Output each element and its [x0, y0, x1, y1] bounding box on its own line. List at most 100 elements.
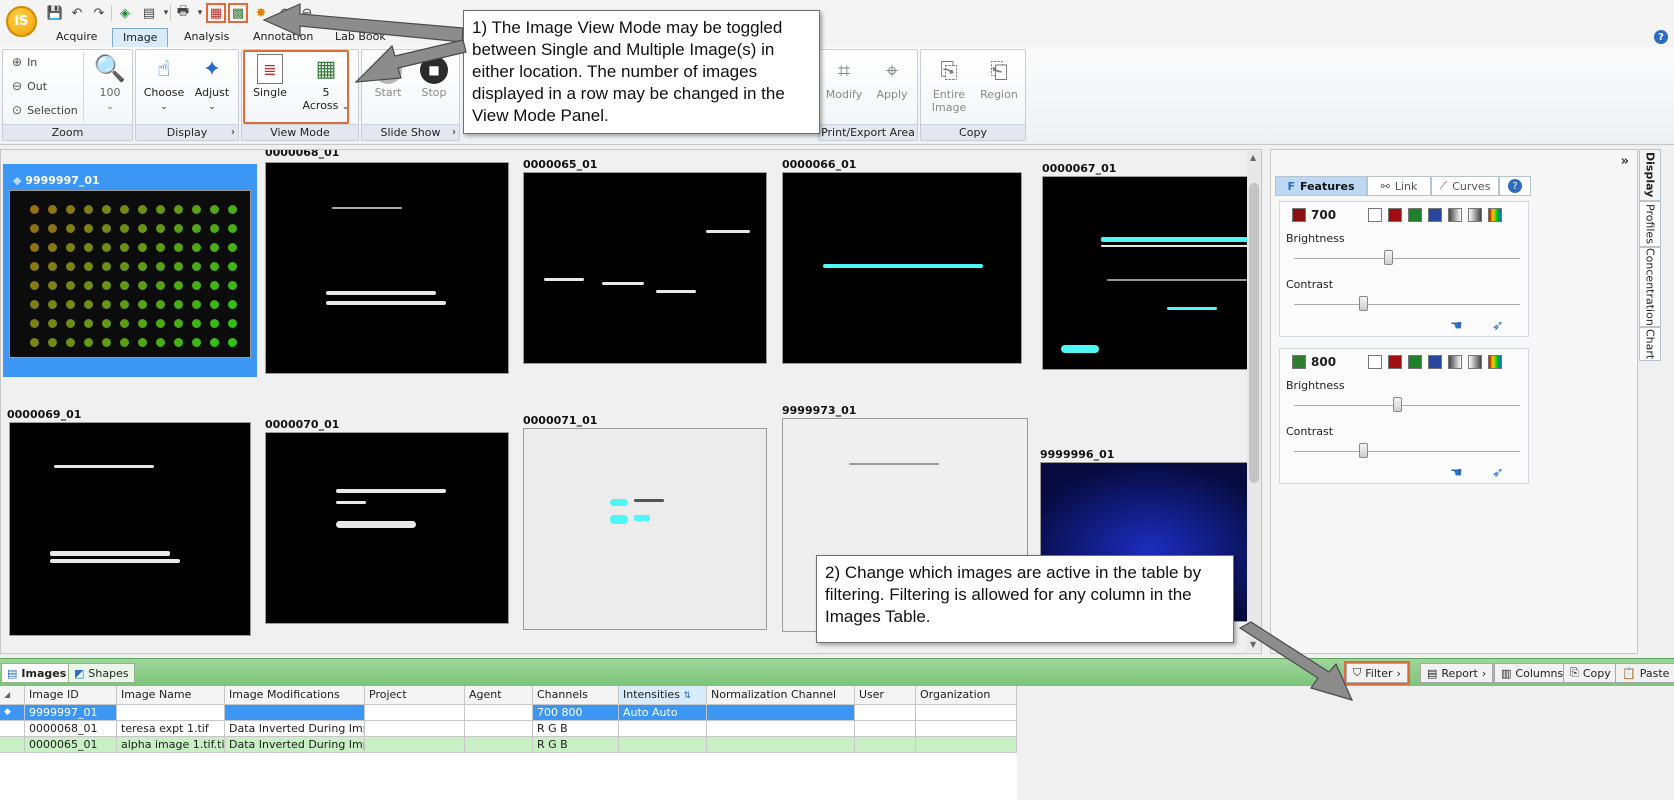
tab-acquire[interactable]: Acquire — [46, 28, 107, 47]
image-thumbnail[interactable]: 0000065_01 — [523, 158, 769, 372]
help-icon[interactable]: ? — [1654, 30, 1668, 44]
layout-icon[interactable]: ▤ — [140, 4, 158, 22]
report-button[interactable]: ▤ Report › — [1420, 663, 1494, 683]
app-logo[interactable]: iS — [6, 6, 37, 37]
table-row[interactable]: ◆ 9999997_01 9999997_01 700 800 Auto Aut… — [0, 705, 1017, 721]
side-tab-profiles[interactable]: Profiles — [1639, 201, 1661, 247]
zoom-selection-button[interactable]: ⊙ Selection — [12, 103, 78, 117]
inverted-gray-swatch[interactable] — [1468, 208, 1482, 222]
zoom-in-button[interactable]: ⊕ In — [12, 55, 37, 69]
brightness-track[interactable] — [1294, 258, 1520, 259]
table-cell[interactable] — [916, 721, 1017, 737]
image-thumbnail[interactable]: 0000069_01 — [7, 408, 253, 648]
column-header[interactable]: Image Modifications — [225, 686, 365, 705]
table-cell[interactable] — [855, 705, 916, 721]
rainbow-swatch[interactable] — [1488, 355, 1502, 369]
table-cell[interactable]: R G B — [533, 737, 619, 753]
brightness-slider[interactable] — [1383, 250, 1393, 265]
table-cell[interactable] — [365, 737, 465, 753]
brightness-slider[interactable] — [1392, 397, 1402, 412]
blue-swatch[interactable] — [1428, 208, 1442, 222]
table-cell[interactable]: 0000068_01 — [25, 721, 117, 737]
image-thumbnail[interactable]: ◆ 9999997_01 — [3, 164, 257, 377]
panel-help-button[interactable]: ? — [1499, 176, 1531, 196]
image-thumbnail[interactable]: 0000067_01 — [1042, 162, 1261, 376]
table-cell[interactable] — [225, 705, 365, 721]
table-cell[interactable] — [855, 721, 916, 737]
column-header[interactable]: Normalization Channel — [707, 686, 855, 705]
multiple-image-view-icon[interactable]: ▩ — [228, 3, 248, 23]
table-cell[interactable]: Data Inverted During Import — [225, 721, 365, 737]
layout-dropdown-icon[interactable]: ▾ — [157, 4, 175, 22]
contrast-track[interactable] — [1294, 304, 1520, 305]
contrast-track[interactable] — [1294, 451, 1520, 452]
row-header[interactable] — [0, 721, 25, 737]
table-cell[interactable]: alpha image 1.tif.tif — [117, 737, 225, 753]
table-cell[interactable] — [707, 721, 855, 737]
tab-features[interactable]: F Features — [1275, 176, 1367, 196]
no-color-icon[interactable] — [1368, 208, 1382, 222]
green-swatch[interactable] — [1408, 208, 1422, 222]
columns-button[interactable]: ▥ Columns — [1494, 663, 1571, 683]
brightness-track[interactable] — [1294, 405, 1520, 406]
wand-tool-icon[interactable]: ➶ — [1492, 318, 1504, 334]
tab-lab-book[interactable]: Lab Book — [325, 28, 396, 47]
column-header[interactable]: User — [855, 686, 916, 705]
single-image-view-icon[interactable]: ▦ — [206, 3, 226, 23]
contrast-slider[interactable] — [1359, 296, 1369, 311]
adjust-button[interactable]: ✦ Adjust ⌄ — [189, 54, 235, 113]
table-cell[interactable]: 9999997_01 — [117, 705, 225, 721]
tab-curves[interactable]: ⟋ Curves — [1431, 176, 1499, 196]
image-thumbnail[interactable]: 0000066_01 — [782, 158, 1028, 372]
apply-button[interactable]: ⌖ Apply — [869, 56, 915, 102]
tab-shapes[interactable]: ◩ Shapes — [68, 663, 135, 683]
tab-analysis[interactable]: Analysis — [174, 28, 239, 47]
table-cell[interactable]: teresa expt 1.tif — [117, 721, 225, 737]
copy-entire-image-button[interactable]: ⎘ Entire Image — [925, 56, 973, 115]
column-header[interactable]: Image ID — [25, 686, 117, 705]
table-cell[interactable] — [365, 705, 465, 721]
tab-link[interactable]: ⚯ Link — [1367, 176, 1431, 196]
row-header-corner[interactable]: ◢ — [0, 686, 25, 705]
red-swatch[interactable] — [1388, 355, 1402, 369]
tab-image[interactable]: Image — [112, 28, 169, 47]
pointer-tool-icon[interactable]: ☚ — [1450, 318, 1463, 334]
table-cell[interactable] — [465, 737, 533, 753]
column-header[interactable]: Channels — [533, 686, 619, 705]
table-cell[interactable]: LI-COR Biosciences — [916, 705, 1017, 721]
table-cell[interactable] — [619, 721, 707, 737]
gallery-scrollbar[interactable]: ▲ ▼ — [1247, 151, 1261, 651]
image-thumbnail[interactable]: 0000071_01 — [523, 414, 769, 630]
tab-images[interactable]: ▤ Images — [1, 663, 73, 683]
blue-swatch[interactable] — [1428, 355, 1442, 369]
choose-button[interactable]: ☝ Choose ⌄ — [141, 54, 187, 113]
row-header[interactable] — [0, 737, 25, 753]
table-cell[interactable] — [365, 721, 465, 737]
column-header[interactable]: Image Name — [117, 686, 225, 705]
table-row[interactable]: 0000068_01 teresa expt 1.tif Data Invert… — [0, 721, 1017, 737]
channel-color-swatch[interactable] — [1292, 355, 1306, 369]
table-cell[interactable]: 9999997_01 — [25, 705, 117, 721]
start-button[interactable]: ▶ Start — [366, 56, 410, 99]
undo-icon[interactable]: ↶ — [68, 4, 86, 22]
contrast-slider[interactable] — [1359, 443, 1369, 458]
tab-annotation[interactable]: Annotation — [243, 28, 323, 47]
table-cell[interactable] — [465, 705, 533, 721]
image-thumbnail[interactable]: 0000070_01 — [265, 418, 511, 624]
inverted-gray-swatch[interactable] — [1468, 355, 1482, 369]
redo-icon[interactable]: ↷ — [90, 4, 108, 22]
copy-table-button[interactable]: ⎘ Copy — [1563, 663, 1618, 683]
zoom-out-icon[interactable]: ⊖ — [298, 4, 316, 22]
scroll-down-icon[interactable]: ▼ — [1250, 640, 1256, 649]
side-tab-concentration[interactable]: Concentration — [1639, 247, 1661, 327]
scroll-up-icon[interactable]: ▲ — [1250, 153, 1256, 162]
column-header-sorted[interactable]: Intensities ⇅ — [619, 686, 707, 705]
zoom-in-icon[interactable]: ⊕ — [276, 4, 294, 22]
wand-tool-icon[interactable]: ➶ — [1492, 465, 1504, 481]
table-cell[interactable]: 700 800 — [533, 705, 619, 721]
column-header[interactable]: Project — [365, 686, 465, 705]
table-cell[interactable] — [619, 737, 707, 753]
gray-swatch[interactable] — [1448, 208, 1462, 222]
scroll-thumb[interactable] — [1249, 183, 1259, 483]
column-header[interactable]: Organization — [916, 686, 1017, 705]
